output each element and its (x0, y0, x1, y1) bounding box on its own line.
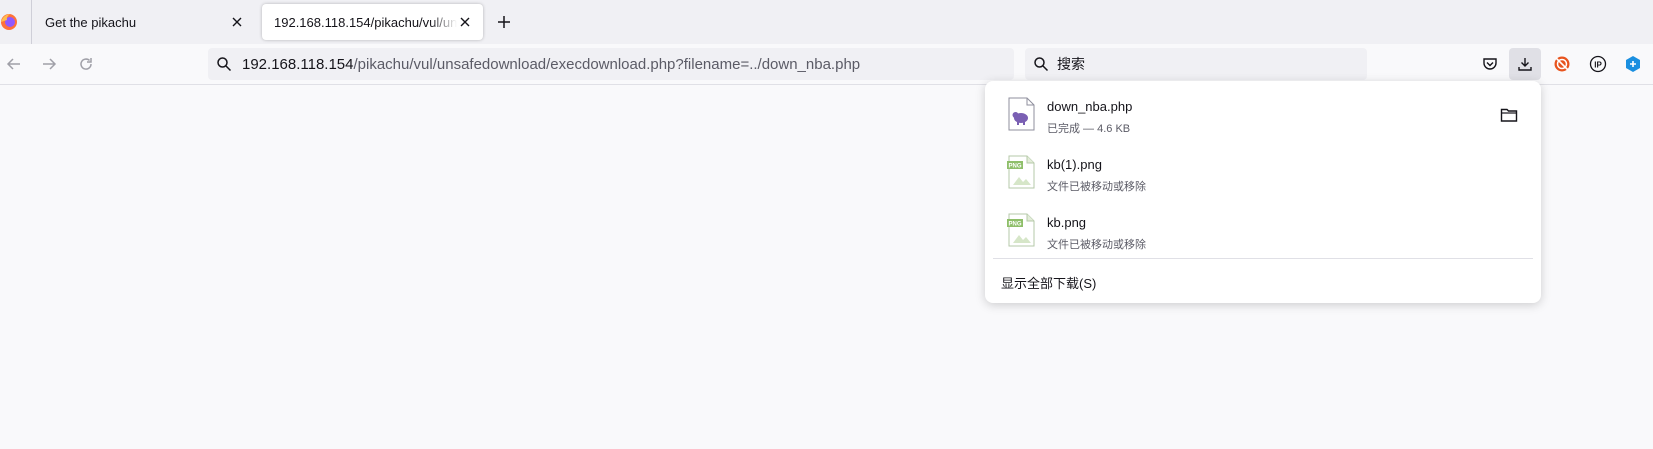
png-badge-label: PNG (1008, 164, 1021, 170)
download-status: 文件已被移动或移除 (1047, 181, 1146, 193)
tab-title: 192.168.118.154/pikachu/vul/unsafedownlo… (274, 14, 457, 30)
php-file-icon (1008, 97, 1035, 131)
arrow-right-icon (43, 58, 57, 70)
ip-icon: IP (1589, 55, 1607, 73)
png-file-icon: PNG (1007, 155, 1035, 189)
download-filename: kb.png (1047, 215, 1087, 230)
download-item[interactable]: PNG kb(1).png 文件已被移动或移除 (995, 145, 1531, 201)
url-path: /pikachu/vul/unsafedownload/execdownload… (353, 55, 861, 73)
tab-strip: Get the pikachu 192.168.118.154/pikachu/… (0, 0, 1653, 44)
ip-label: IP (1594, 61, 1602, 70)
png-badge-label: PNG (1008, 222, 1021, 228)
downloads-button[interactable] (1509, 48, 1541, 80)
tab-separator (31, 0, 32, 44)
png-file-icon: PNG (1007, 213, 1035, 247)
firefox-logo-icon[interactable] (0, 12, 18, 32)
ublock-extension-button[interactable] (1546, 48, 1578, 80)
pocket-button[interactable] (1474, 48, 1506, 80)
download-status: 文件已被移动或移除 (1047, 239, 1146, 251)
url-host: 192.168.118.154 (242, 55, 354, 73)
tab-get-the-pikachu[interactable]: Get the pikachu (33, 4, 255, 40)
reload-button[interactable] (76, 54, 96, 74)
download-filename: down_nba.php (1047, 99, 1133, 114)
search-icon (217, 57, 232, 72)
navigation-toolbar: 192.168.118.154/pikachu/vul/unsafedownlo… (0, 44, 1653, 85)
url-text[interactable]: 192.168.118.154/pikachu/vul/unsafedownlo… (242, 56, 860, 73)
extension-button[interactable] (1617, 48, 1649, 80)
search-placeholder: 搜索 (1057, 56, 1085, 72)
downloads-icon (1518, 58, 1532, 71)
reload-icon (80, 58, 92, 70)
downloads-panel: down_nba.php 已完成 — 4.6 KB PNG kb(1).png … (985, 81, 1541, 303)
download-status: 已完成 — 4.6 KB (1047, 123, 1131, 135)
download-item[interactable]: PNG kb.png 文件已被移动或移除 (995, 203, 1531, 259)
back-button[interactable] (4, 54, 24, 74)
forward-button[interactable] (39, 54, 59, 74)
extension-icon (1626, 56, 1640, 72)
tab-title: Get the pikachu (45, 14, 137, 30)
search-icon (1034, 57, 1049, 72)
tab-execdownload[interactable]: 192.168.118.154/pikachu/vul/unsafedownlo… (262, 4, 483, 40)
plus-icon (498, 16, 510, 28)
download-filename: kb(1).png (1047, 157, 1102, 172)
panel-divider (993, 258, 1533, 259)
pocket-icon (1483, 58, 1497, 70)
folder-icon[interactable] (1499, 105, 1519, 125)
address-bar[interactable]: 192.168.118.154/pikachu/vul/unsafedownlo… (208, 48, 1014, 80)
close-icon[interactable] (229, 14, 245, 30)
ip-extension-button[interactable]: IP (1582, 48, 1614, 80)
search-bar[interactable]: 搜索 (1025, 48, 1367, 80)
download-item[interactable]: down_nba.php 已完成 — 4.6 KB (995, 87, 1531, 143)
new-tab-button[interactable] (494, 12, 514, 32)
arrow-left-icon (6, 58, 20, 70)
close-icon[interactable] (457, 14, 473, 30)
ublock-icon (1554, 56, 1570, 72)
show-all-downloads-button[interactable]: 显示全部下载(S) (1001, 273, 1096, 292)
